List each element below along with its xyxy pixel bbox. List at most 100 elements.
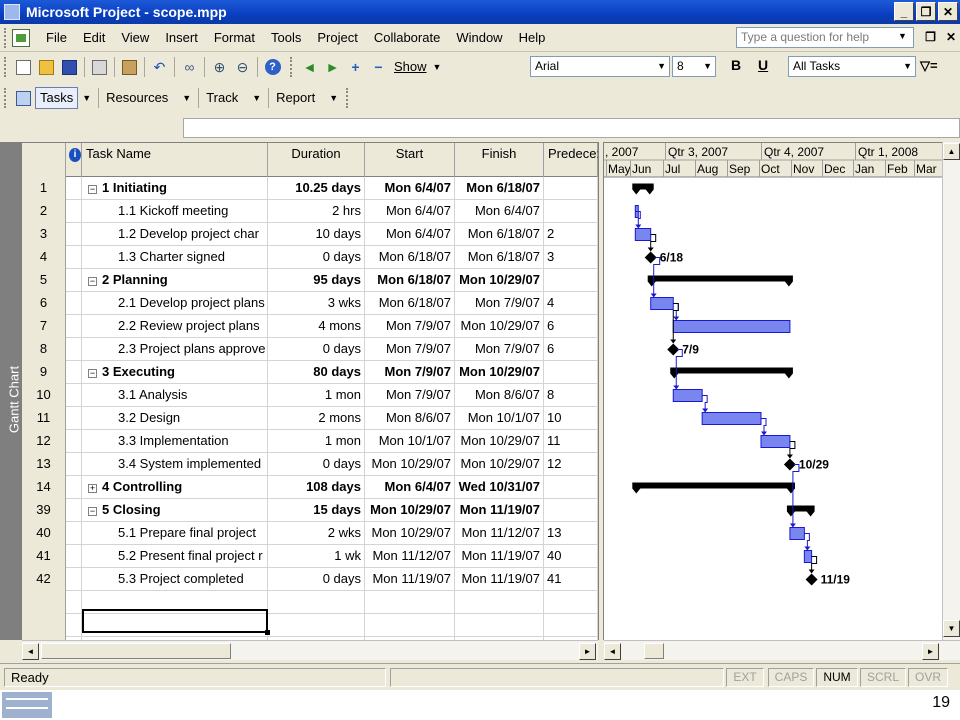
- row-id-cell[interactable]: 12: [22, 430, 66, 453]
- menu-collaborate[interactable]: Collaborate: [366, 27, 449, 49]
- bold-button[interactable]: B: [731, 57, 741, 73]
- finish-cell[interactable]: Mon 10/29/07: [455, 430, 544, 453]
- font-name-dropdown-icon[interactable]: ▼: [657, 57, 666, 76]
- task-name-cell[interactable]: 2.3 Project plans approve: [82, 338, 268, 361]
- task-name-cell[interactable]: −1 Initiating: [82, 177, 268, 200]
- duration-cell[interactable]: 1 wk: [268, 545, 365, 568]
- ask-question-input[interactable]: Type a question for help: [736, 27, 914, 48]
- table-row[interactable]: 8 2.3 Project plans approve 0 days Mon 7/9/…: [22, 338, 598, 361]
- empty-cell[interactable]: [455, 614, 544, 637]
- gantt-horizontal-scrollbar[interactable]: ◄ ►: [604, 640, 960, 660]
- menu-project[interactable]: Project: [309, 27, 365, 49]
- duration-cell[interactable]: 0 days: [268, 246, 365, 269]
- scroll-up-icon[interactable]: ▲: [943, 143, 960, 160]
- row-id-cell[interactable]: 9: [22, 361, 66, 384]
- row-indicator-cell[interactable]: [66, 453, 82, 476]
- start-cell[interactable]: Mon 6/4/07: [365, 177, 455, 200]
- finish-cell[interactable]: Mon 11/19/07: [455, 499, 544, 522]
- row-indicator-cell[interactable]: [66, 430, 82, 453]
- predecessors-cell[interactable]: 13: [544, 522, 598, 545]
- task-name-cell[interactable]: +4 Controlling: [82, 476, 268, 499]
- empty-cell[interactable]: [22, 614, 66, 637]
- empty-cell[interactable]: [268, 591, 365, 614]
- header-predecessors[interactable]: Predece:: [544, 143, 598, 177]
- close-button[interactable]: ✕: [938, 2, 958, 21]
- duration-cell[interactable]: 80 days: [268, 361, 365, 384]
- table-row[interactable]: 39−5 Closing 15 days Mon 10/29/07 Mon 11/19…: [22, 499, 598, 522]
- menu-grip[interactable]: [4, 27, 8, 48]
- row-id-cell[interactable]: 2: [22, 200, 66, 223]
- duration-cell[interactable]: 108 days: [268, 476, 365, 499]
- task-name-cell[interactable]: 1.2 Develop project char: [82, 223, 268, 246]
- start-cell[interactable]: Mon 8/6/07: [365, 407, 455, 430]
- start-cell[interactable]: Mon 7/9/07: [365, 338, 455, 361]
- table-row[interactable]: 41 5.2 Present final project r1 wk Mon 11/…: [22, 545, 598, 568]
- row-id-cell[interactable]: 1: [22, 177, 66, 200]
- task-name-cell[interactable]: 1.1 Kickoff meeting: [82, 200, 268, 223]
- row-indicator-cell[interactable]: [66, 407, 82, 430]
- tasks-button[interactable]: Tasks: [35, 87, 79, 109]
- duration-cell[interactable]: 15 days: [268, 499, 365, 522]
- finish-cell[interactable]: Mon 11/12/07: [455, 522, 544, 545]
- predecessors-cell[interactable]: 11: [544, 430, 598, 453]
- finish-cell[interactable]: Mon 10/29/07: [455, 315, 544, 338]
- task-name-cell[interactable]: 5.3 Project completed: [82, 568, 268, 591]
- finish-cell[interactable]: Mon 10/29/07: [455, 269, 544, 292]
- header-start[interactable]: Start: [365, 143, 455, 177]
- indent-arrow-icon[interactable]: ►: [321, 56, 344, 78]
- row-indicator-cell[interactable]: [66, 246, 82, 269]
- row-indicator-cell[interactable]: [66, 223, 82, 246]
- row-indicator-cell[interactable]: [66, 361, 82, 384]
- predecessors-cell[interactable]: [544, 361, 598, 384]
- table-row[interactable]: 42 5.3 Project completed 0 days Mon 11/19/0…: [22, 568, 598, 591]
- task-name-cell[interactable]: 3.4 System implemented: [82, 453, 268, 476]
- duration-cell[interactable]: 10.25 days: [268, 177, 365, 200]
- autofilter-icon[interactable]: ▽=: [920, 58, 938, 74]
- predecessors-cell[interactable]: 2: [544, 223, 598, 246]
- collapse-icon[interactable]: −: [88, 277, 97, 286]
- row-id-cell[interactable]: 3: [22, 223, 66, 246]
- predecessors-cell[interactable]: [544, 200, 598, 223]
- table-scroll-right-icon[interactable]: ►: [579, 643, 596, 660]
- project-guide-icon[interactable]: [12, 87, 35, 109]
- tasks-dropdown[interactable]: ▼: [78, 87, 95, 109]
- header-finish[interactable]: Finish: [455, 143, 544, 177]
- paste-icon[interactable]: [118, 56, 141, 78]
- ask-dropdown-icon[interactable]: ▼: [898, 31, 907, 41]
- table-row[interactable]: 14 +4 Controlling 108 days Mon 6/4/07 Wed 10…: [22, 476, 598, 499]
- table-row[interactable]: 40 5.1 Prepare final project 2 wks Mon 10/2…: [22, 522, 598, 545]
- toolbar-grip[interactable]: [346, 88, 350, 108]
- start-cell[interactable]: Mon 7/9/07: [365, 384, 455, 407]
- selected-cell[interactable]: [82, 609, 270, 635]
- predecessors-cell[interactable]: 4: [544, 292, 598, 315]
- table-row[interactable]: 2 1.1 Kickoff meeting 2 hrs Mon 6/4/07 Mon 6…: [22, 200, 598, 223]
- help-icon[interactable]: ?: [261, 56, 284, 78]
- row-indicator-cell[interactable]: [66, 476, 82, 499]
- predecessors-cell[interactable]: 6: [544, 315, 598, 338]
- select-all-cell[interactable]: [22, 143, 66, 177]
- task-name-cell[interactable]: 3.2 Design: [82, 407, 268, 430]
- task-name-cell[interactable]: 5.2 Present final project r: [82, 545, 268, 568]
- table-row[interactable]: 4 1.3 Charter signed 0 days Mon 6/18/07 Mon …: [22, 246, 598, 269]
- menu-edit[interactable]: Edit: [75, 27, 113, 49]
- toolbar-grip[interactable]: [4, 88, 8, 108]
- save-icon[interactable]: [58, 56, 81, 78]
- collapse-icon[interactable]: −: [88, 507, 97, 516]
- predecessors-cell[interactable]: 3: [544, 246, 598, 269]
- menu-tools[interactable]: Tools: [263, 27, 309, 49]
- row-indicator-cell[interactable]: [66, 269, 82, 292]
- start-cell[interactable]: Mon 6/18/07: [365, 246, 455, 269]
- row-indicator-cell[interactable]: [66, 499, 82, 522]
- row-id-cell[interactable]: 10: [22, 384, 66, 407]
- duration-cell[interactable]: 2 mons: [268, 407, 365, 430]
- table-row[interactable]: 1−1 Initiating 10.25 days Mon 6/4/07 Mon 6/…: [22, 177, 598, 200]
- duration-cell[interactable]: 1 mon: [268, 430, 365, 453]
- start-cell[interactable]: Mon 11/12/07: [365, 545, 455, 568]
- table-row[interactable]: 9−3 Executing 80 days Mon 7/9/07 Mon 10/29/…: [22, 361, 598, 384]
- row-id-cell[interactable]: 13: [22, 453, 66, 476]
- empty-cell[interactable]: [365, 591, 455, 614]
- menu-view[interactable]: View: [113, 27, 157, 49]
- task-name-cell[interactable]: 2.2 Review project plans: [82, 315, 268, 338]
- duration-cell[interactable]: 0 days: [268, 453, 365, 476]
- table-row[interactable]: 5−2 Planning 95 days Mon 6/18/07 Mon 10/29/…: [22, 269, 598, 292]
